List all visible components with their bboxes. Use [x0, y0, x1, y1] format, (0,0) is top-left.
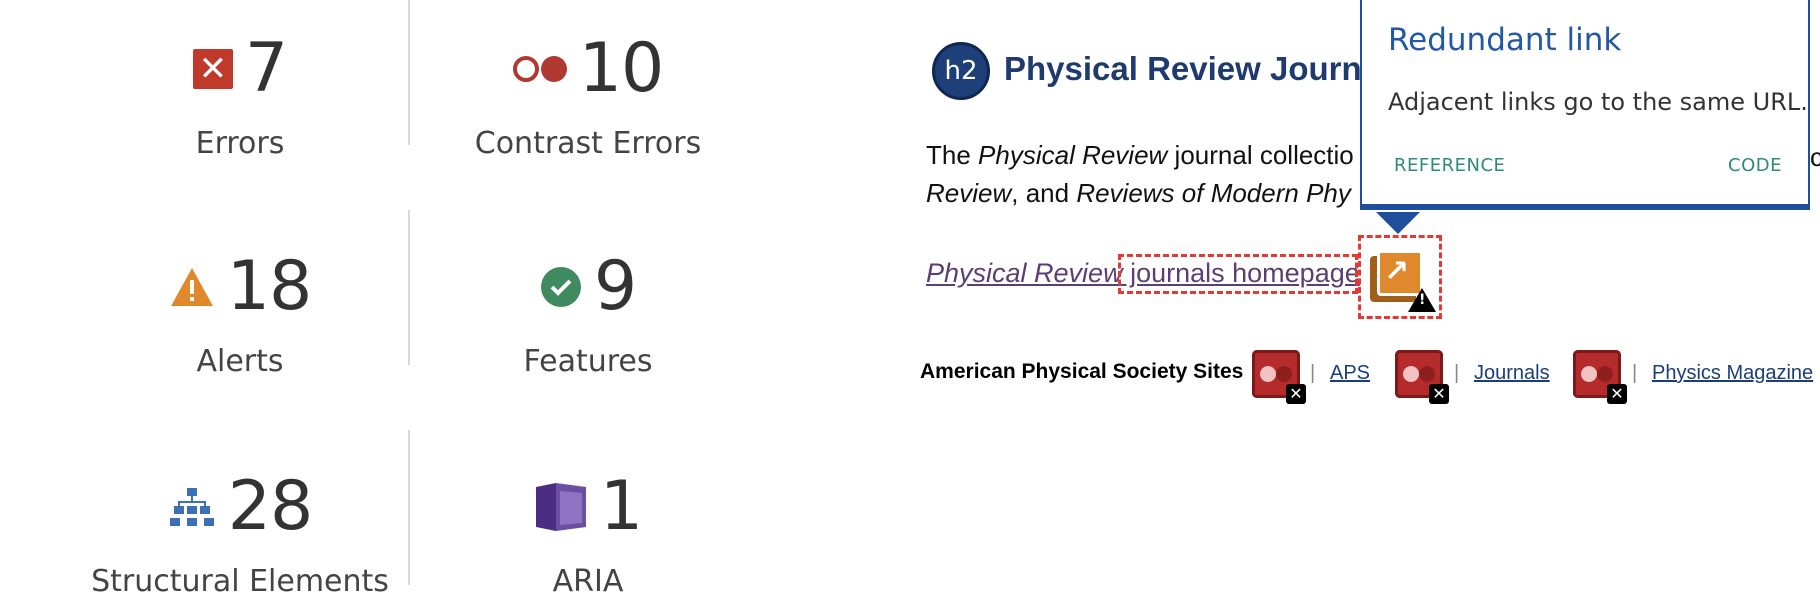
structural-elements-label: Structural Elements — [91, 564, 389, 599]
para-italic: Reviews of Modern Phy — [1076, 178, 1351, 208]
journals-link[interactable]: Journals — [1474, 362, 1550, 385]
error-x-icon: ✕ — [192, 49, 233, 89]
errors-label: Errors — [195, 126, 285, 161]
para-italic: Review — [926, 178, 1012, 208]
checkmark-circle-icon — [540, 267, 581, 307]
column-divider — [408, 0, 410, 145]
alerts-label: Alerts — [196, 344, 284, 379]
errors-count: 7 — [244, 29, 288, 108]
contrast-error-icon[interactable]: ✕ — [1252, 350, 1306, 404]
para-text: The — [926, 140, 979, 170]
structural-elements-count: 28 — [227, 467, 314, 546]
aps-link[interactable]: APS — [1330, 362, 1370, 385]
para-text: , and — [1011, 178, 1077, 208]
obscured-text: c — [1810, 142, 1820, 172]
contrast-error-icon[interactable]: ✕ — [1573, 350, 1627, 404]
column-divider — [408, 430, 410, 585]
para-italic: Physical Review — [978, 140, 1168, 170]
separator: | — [1310, 362, 1316, 384]
hierarchy-icon — [169, 488, 214, 526]
column-divider — [408, 210, 410, 365]
journal-heading: Physical Review Journa — [1004, 50, 1381, 87]
warning-triangle-icon: ! — [1408, 288, 1436, 312]
contrast-errors-count: 10 — [578, 29, 665, 108]
separator: | — [1632, 362, 1638, 384]
aria-summary[interactable]: 1 ARIA — [438, 462, 738, 599]
tooltip-description: Adjacent links go to the same URL. — [1388, 88, 1808, 116]
tooltip-title: Redundant link — [1388, 22, 1622, 58]
features-summary[interactable]: 9 Features — [438, 242, 738, 380]
wave-summary-panel: ✕ 7 Errors 10 Contrast Errors 18 Alerts — [0, 0, 720, 614]
alerts-count: 18 — [226, 247, 313, 326]
redundant-link-tooltip: Redundant link Adjacent links go to the … — [1360, 0, 1810, 210]
features-label: Features — [523, 344, 653, 379]
separator: | — [1454, 362, 1460, 384]
tooltip-pointer — [1376, 212, 1420, 234]
aria-label: ARIA — [552, 564, 624, 599]
reference-link[interactable]: REFERENCE — [1394, 155, 1505, 176]
warning-triangle-icon — [170, 268, 213, 306]
structural-elements-summary[interactable]: 28 Structural Elements — [90, 462, 390, 600]
alerts-summary[interactable]: 18 Alerts — [90, 242, 390, 379]
contrast-errors-label: Contrast Errors — [474, 126, 702, 161]
redundant-link-highlight — [1118, 254, 1358, 294]
aps-sites-label: American Physical Society Sites — [920, 360, 1244, 383]
h2-heading-icon[interactable]: h2 — [932, 42, 990, 100]
features-count: 9 — [593, 247, 637, 326]
contrast-errors-summary[interactable]: 10 Contrast Errors — [438, 24, 738, 162]
aria-count: 1 — [599, 467, 643, 546]
redundant-link-icon[interactable]: ↗ ! — [1370, 250, 1436, 312]
contrast-circles-icon — [512, 56, 567, 82]
errors-summary[interactable]: ✕ 7 Errors — [90, 24, 390, 161]
physical-review-link[interactable]: Physical Review — [926, 258, 1123, 288]
physics-magazine-link[interactable]: Physics Magazine — [1652, 362, 1813, 385]
aria-cube-icon — [535, 483, 586, 531]
code-link[interactable]: CODE — [1728, 155, 1782, 176]
contrast-error-icon[interactable]: ✕ — [1395, 350, 1449, 404]
para-text: journal collectio — [1167, 140, 1354, 170]
